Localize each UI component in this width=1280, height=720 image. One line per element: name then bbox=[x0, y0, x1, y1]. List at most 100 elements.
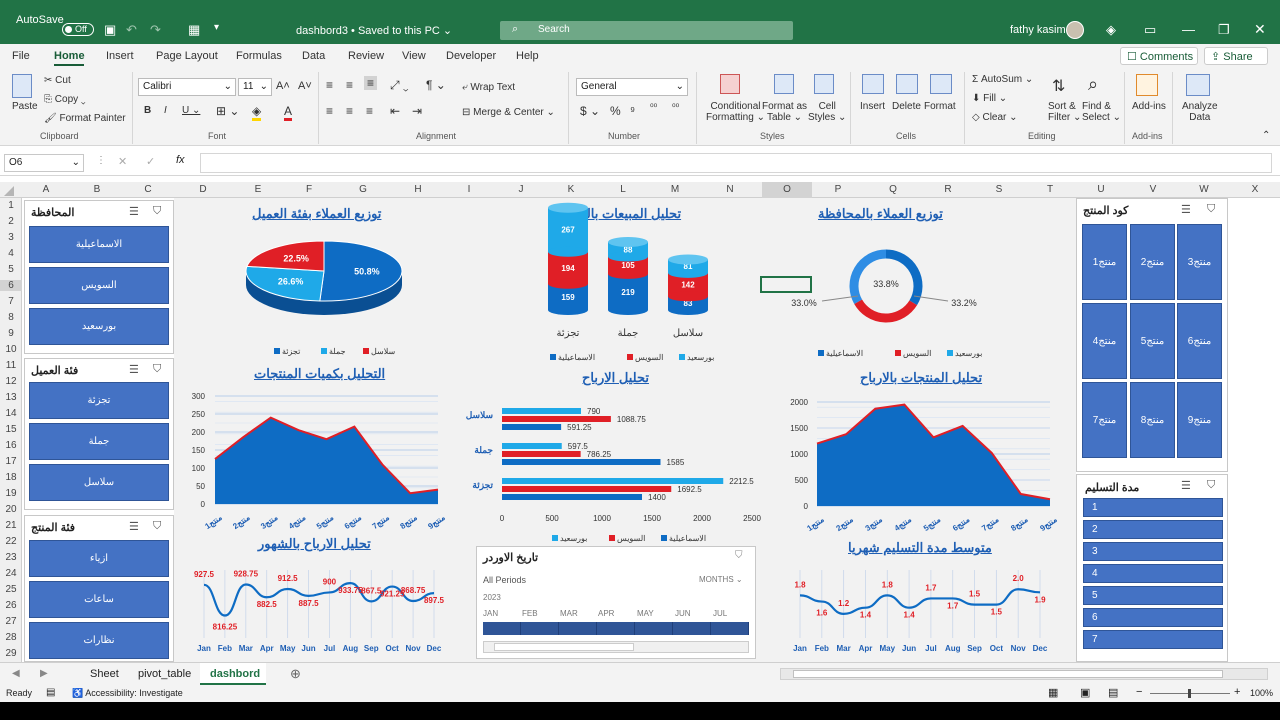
add-sheet-icon[interactable]: ⊕ bbox=[290, 666, 301, 682]
redo-icon[interactable]: ↷ bbox=[150, 22, 161, 38]
insert-cells-button[interactable]: Insert bbox=[860, 101, 885, 112]
normal-view-icon[interactable]: ▦ bbox=[1048, 686, 1058, 699]
conditional-formatting-button[interactable]: Conditional Formatting ⌄ bbox=[706, 101, 765, 123]
fill-color-icon[interactable]: ◈ bbox=[252, 104, 262, 121]
row-15[interactable]: 15 bbox=[0, 424, 22, 435]
tab-view[interactable]: View bbox=[402, 50, 426, 62]
align-top-icon[interactable]: ≡ bbox=[326, 78, 333, 92]
row-10[interactable]: 10 bbox=[0, 344, 22, 355]
minimize-icon[interactable]: — bbox=[1182, 22, 1195, 37]
comma-icon[interactable]: ⁹ bbox=[630, 104, 635, 118]
tab-help[interactable]: Help bbox=[516, 50, 539, 62]
align-right-icon[interactable]: ≡ bbox=[366, 104, 373, 118]
col-g[interactable]: G bbox=[353, 184, 373, 195]
row-29[interactable]: 29 bbox=[0, 648, 22, 659]
row-14[interactable]: 14 bbox=[0, 408, 22, 419]
autosave-toggle[interactable]: Off bbox=[62, 23, 94, 36]
increase-indent-icon[interactable]: ⇥ bbox=[412, 104, 422, 118]
align-left-icon[interactable]: ≡ bbox=[326, 104, 333, 118]
tab-formulas[interactable]: Formulas bbox=[236, 50, 282, 62]
row-2[interactable]: 2 bbox=[0, 216, 22, 227]
row-24[interactable]: 24 bbox=[0, 568, 22, 579]
row-5[interactable]: 5 bbox=[0, 264, 22, 275]
underline-button[interactable]: U ⌄ bbox=[182, 105, 200, 116]
format-table-icon[interactable] bbox=[774, 74, 794, 94]
cell-styles-button[interactable]: Cell Styles ⌄ bbox=[808, 101, 846, 123]
maximize-icon[interactable]: ❐ bbox=[1218, 22, 1230, 38]
analyze-data-button[interactable]: Analyze Data bbox=[1182, 101, 1218, 123]
avatar[interactable] bbox=[1066, 21, 1084, 39]
clear-button[interactable]: ◇ Clear ⌄ bbox=[972, 112, 1018, 123]
col-f[interactable]: F bbox=[299, 184, 319, 195]
worksheet[interactable]: المحافظة ☰ ⛉ الاسماعيلية السويس بورسعيد … bbox=[22, 198, 1270, 662]
zoom-out-icon[interactable]: − bbox=[1136, 686, 1142, 698]
col-q[interactable]: Q bbox=[883, 184, 903, 195]
macro-icon[interactable]: ▤ bbox=[46, 687, 55, 698]
format-painter-button[interactable]: 🖌 Format Painter bbox=[44, 113, 126, 124]
col-p[interactable]: P bbox=[828, 184, 848, 195]
sort-filter-icon[interactable]: ⇅ bbox=[1052, 76, 1065, 96]
sort-filter-button[interactable]: Sort & Filter ⌄ bbox=[1048, 101, 1081, 123]
paste-icon[interactable] bbox=[12, 74, 32, 98]
find-icon[interactable]: ⌕ bbox=[1088, 74, 1098, 95]
col-a[interactable]: A bbox=[36, 184, 56, 195]
row-7[interactable]: 7 bbox=[0, 296, 22, 307]
row-27[interactable]: 27 bbox=[0, 616, 22, 627]
col-s[interactable]: S bbox=[989, 184, 1009, 195]
copy-button[interactable]: ⎘ Copy ⌄ bbox=[44, 94, 86, 105]
tab-home[interactable]: Home bbox=[54, 50, 85, 62]
format-as-table-button[interactable]: Format as Table ⌄ bbox=[762, 101, 807, 123]
row-25[interactable]: 25 bbox=[0, 584, 22, 595]
col-r[interactable]: R bbox=[938, 184, 958, 195]
tab-review[interactable]: Review bbox=[348, 50, 384, 62]
form-icon[interactable]: ▦ bbox=[188, 22, 200, 38]
autosum-button[interactable]: Σ AutoSum ⌄ bbox=[972, 74, 1033, 85]
col-j[interactable]: J bbox=[511, 184, 531, 195]
conditional-formatting-icon[interactable] bbox=[720, 74, 740, 94]
align-center-icon[interactable]: ≡ bbox=[346, 104, 353, 118]
col-b[interactable]: B bbox=[87, 184, 107, 195]
sheet-tab[interactable]: pivot_table bbox=[138, 668, 191, 680]
row-8[interactable]: 8 bbox=[0, 312, 22, 323]
decrease-decimal-icon[interactable]: ⁰⁰ bbox=[672, 102, 679, 113]
format-cells-button[interactable]: Format bbox=[924, 101, 956, 112]
accessibility-status[interactable]: ♿ Accessibility: Investigate bbox=[72, 688, 183, 699]
format-cells-icon[interactable] bbox=[930, 74, 952, 94]
row-21[interactable]: 21 bbox=[0, 520, 22, 531]
enter-icon[interactable]: ✓ bbox=[146, 155, 155, 168]
decrease-indent-icon[interactable]: ⇤ bbox=[390, 104, 400, 118]
col-e[interactable]: E bbox=[248, 184, 268, 195]
col-k[interactable]: K bbox=[561, 184, 581, 195]
col-t[interactable]: T bbox=[1040, 184, 1060, 195]
close-icon[interactable]: ✕ bbox=[1254, 21, 1266, 38]
formula-input[interactable] bbox=[200, 153, 1272, 173]
row-18[interactable]: 18 bbox=[0, 472, 22, 483]
orientation-icon[interactable]: ⤢ ⌄ bbox=[390, 78, 409, 93]
next-sheet-icon[interactable]: ▶ bbox=[40, 668, 48, 679]
col-d[interactable]: D bbox=[193, 184, 213, 195]
col-u[interactable]: U bbox=[1091, 184, 1111, 195]
sheet-tab[interactable]: dashbord bbox=[210, 668, 260, 680]
collapse-ribbon-icon[interactable]: ⌃ bbox=[1262, 130, 1270, 141]
col-o[interactable]: O bbox=[777, 184, 797, 195]
font-name-select[interactable]: Calibri ⌄ bbox=[138, 78, 236, 96]
add-ins-button[interactable]: Add-ins bbox=[1132, 101, 1166, 112]
tab-data[interactable]: Data bbox=[302, 50, 325, 62]
row-6[interactable]: 6 bbox=[0, 280, 22, 291]
col-h[interactable]: H bbox=[408, 184, 428, 195]
row-4[interactable]: 4 bbox=[0, 248, 22, 259]
row-3[interactable]: 3 bbox=[0, 232, 22, 243]
cut-button[interactable]: ✂ Cut bbox=[44, 75, 71, 86]
tab-developer[interactable]: Developer bbox=[446, 50, 496, 62]
select-all-icon[interactable] bbox=[4, 186, 14, 196]
page-break-view-icon[interactable]: ▤ bbox=[1108, 686, 1118, 699]
customize-icon[interactable]: ▾ bbox=[214, 22, 219, 33]
function-icon[interactable]: fx bbox=[176, 154, 185, 166]
page-layout-view-icon[interactable]: ▣ bbox=[1080, 686, 1090, 699]
row-1[interactable]: 1 bbox=[0, 200, 22, 211]
font-color-icon[interactable]: A bbox=[284, 104, 293, 121]
row-11[interactable]: 11 bbox=[0, 360, 22, 371]
find-select-button[interactable]: Find & Select ⌄ bbox=[1082, 101, 1121, 123]
rtl-icon[interactable]: ¶ ⌄ bbox=[426, 78, 446, 92]
horizontal-scrollbar[interactable] bbox=[780, 668, 1268, 680]
